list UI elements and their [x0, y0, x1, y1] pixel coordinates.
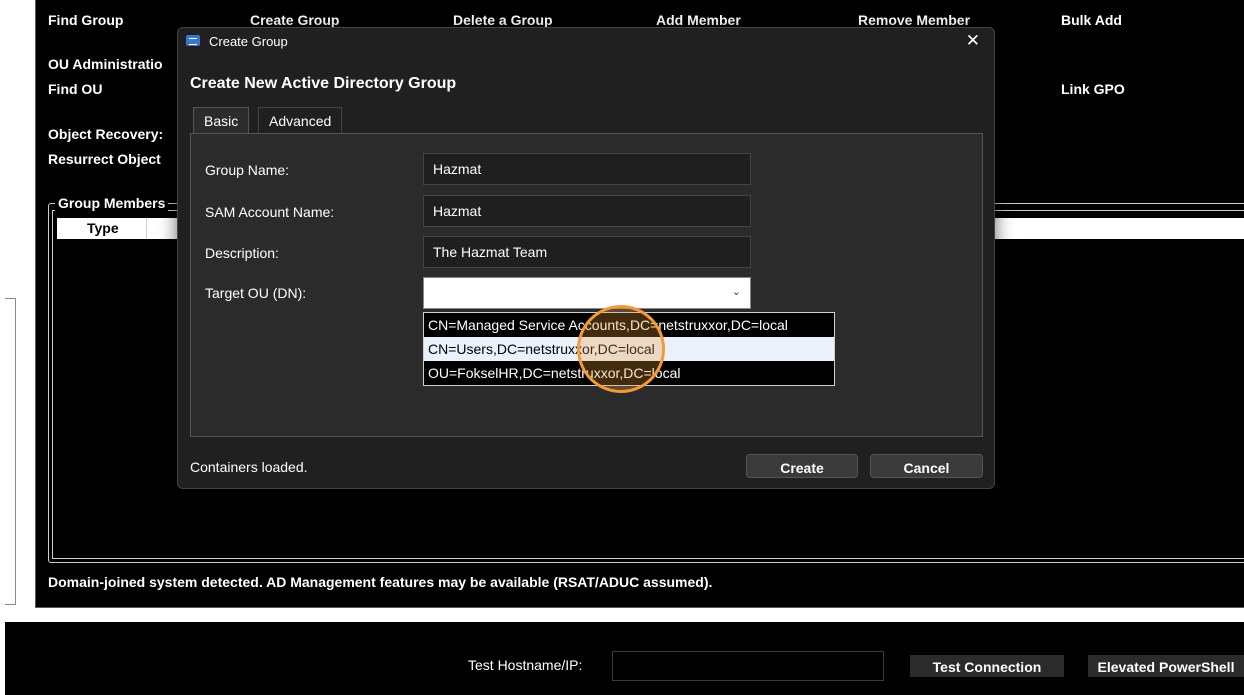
dialog-heading: Create New Active Directory Group: [190, 75, 457, 92]
ou-option-highlighted[interactable]: CN=Users,DC=netstruxxor,DC=local: [424, 337, 834, 361]
column-header-type[interactable]: Type: [57, 218, 147, 239]
elevated-powershell-button[interactable]: Elevated PowerShell: [1088, 655, 1244, 677]
create-button[interactable]: Create: [746, 454, 858, 478]
create-group-link[interactable]: Create Group: [250, 12, 339, 28]
bulk-add-link[interactable]: Bulk Add: [1061, 12, 1122, 28]
test-hostname-input[interactable]: [612, 651, 884, 681]
create-group-dialog: Create Group ✕ Create New Active Directo…: [177, 27, 995, 489]
description-input[interactable]: The Hazmat Team: [423, 236, 751, 268]
target-ou-combobox[interactable]: ⌄: [423, 277, 751, 309]
dialog-titlebar[interactable]: Create Group ✕: [178, 28, 994, 56]
test-hostname-label: Test Hostname/IP:: [468, 657, 583, 673]
add-member-link[interactable]: Add Member: [656, 12, 741, 28]
find-ou-link[interactable]: Find OU: [48, 81, 102, 97]
resurrect-object-link[interactable]: Resurrect Object: [48, 151, 161, 167]
test-connection-button[interactable]: Test Connection: [910, 655, 1064, 677]
chevron-down-icon[interactable]: ⌄: [732, 285, 741, 298]
app-window-icon: [186, 35, 200, 46]
sam-account-name-label: SAM Account Name:: [205, 204, 335, 220]
group-name-label: Group Name:: [205, 162, 290, 178]
tab-basic[interactable]: Basic: [193, 107, 250, 133]
tab-advanced[interactable]: Advanced: [258, 107, 343, 133]
find-group-link[interactable]: Find Group: [48, 12, 123, 28]
target-ou-dropdown: CN=Managed Service Accounts,DC=netstruxx…: [423, 312, 835, 386]
ou-option[interactable]: OU=FokselHR,DC=netstruxxor,DC=local: [424, 361, 834, 385]
delete-group-link[interactable]: Delete a Group: [453, 12, 553, 28]
left-edge-panel: [5, 298, 16, 605]
sam-account-name-input[interactable]: Hazmat: [423, 195, 751, 227]
domain-status-text: Domain-joined system detected. AD Manage…: [48, 574, 713, 590]
object-recovery-heading: Object Recovery:: [48, 126, 164, 142]
ou-administration-heading: OU Administratio: [48, 56, 163, 72]
group-members-legend: Group Members: [55, 195, 169, 211]
remove-member-link[interactable]: Remove Member: [858, 12, 970, 28]
ou-option[interactable]: CN=Managed Service Accounts,DC=netstruxx…: [424, 313, 834, 337]
dialog-title: Create Group: [209, 34, 288, 49]
dialog-status-text: Containers loaded.: [190, 459, 308, 475]
group-name-input[interactable]: Hazmat: [423, 153, 751, 185]
link-gpo-link[interactable]: Link GPO: [1061, 81, 1125, 97]
description-label: Description:: [205, 245, 279, 261]
cancel-button[interactable]: Cancel: [870, 454, 983, 478]
target-ou-label: Target OU (DN):: [205, 285, 307, 301]
close-icon[interactable]: ✕: [966, 31, 980, 51]
